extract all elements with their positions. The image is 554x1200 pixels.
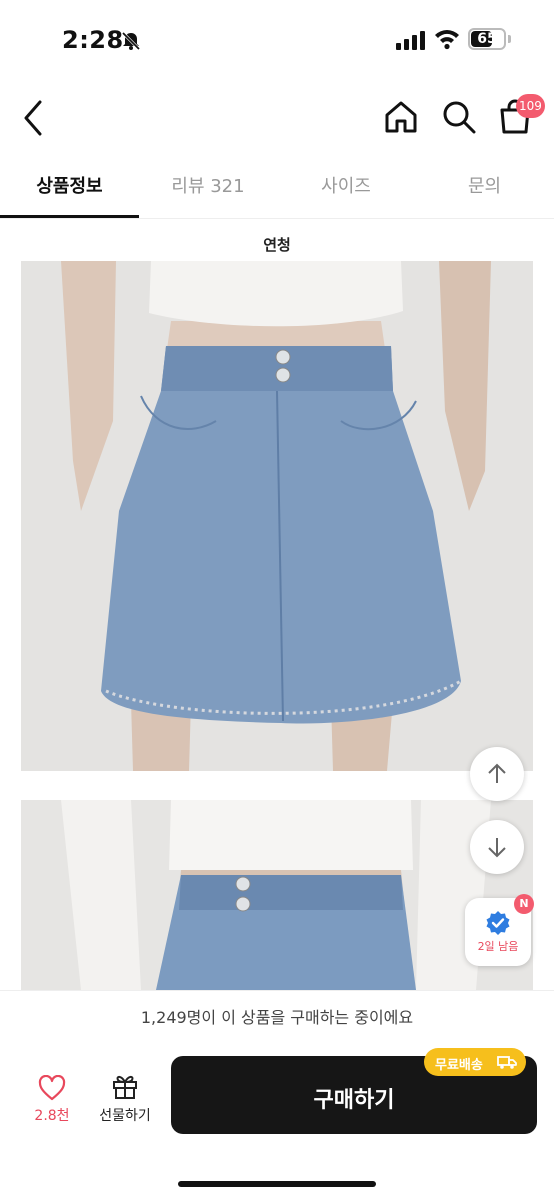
- buyers-notice-text: 1,249명이 이 상품을 구매하는 중이에요: [140, 1008, 414, 1027]
- product-photo: [21, 261, 533, 771]
- gift-button[interactable]: 선물하기: [90, 1069, 160, 1129]
- status-bar: 2:28 65: [0, 0, 554, 80]
- coupon-days-left: 2일 남음: [477, 940, 519, 953]
- like-button[interactable]: 2.8천: [22, 1069, 82, 1129]
- tab-inquiry[interactable]: 문의: [415, 172, 554, 198]
- battery-nub: [508, 35, 511, 43]
- home-icon[interactable]: [382, 98, 420, 140]
- bell-muted-icon: [120, 30, 142, 56]
- buy-label: 구매하기: [313, 1088, 395, 1113]
- home-indicator: [178, 1181, 376, 1187]
- tab-reviews[interactable]: 리뷰 321: [139, 172, 277, 198]
- buyers-notice-bar: 1,249명이 이 상품을 구매하는 중이에요: [0, 990, 554, 1040]
- heart-icon: [38, 1075, 66, 1101]
- free-shipping-badge: 무료배송: [424, 1048, 526, 1076]
- new-badge: N: [514, 894, 534, 914]
- arrow-down-icon: [488, 838, 506, 858]
- truck-icon: [497, 1056, 517, 1069]
- free-shipping-label: 무료배송: [435, 1058, 483, 1073]
- scroll-down-button[interactable]: [470, 820, 524, 874]
- like-count: 2.8천: [34, 1108, 70, 1124]
- battery-icon: 65: [468, 28, 506, 50]
- status-time: 2:28: [62, 26, 124, 54]
- gift-icon: [113, 1075, 137, 1099]
- gift-label: 선물하기: [99, 1108, 151, 1124]
- battery-percent: 65: [477, 31, 497, 47]
- product-tabs: 상품정보 리뷰 321 사이즈 문의: [0, 158, 554, 219]
- tab-product-info[interactable]: 상품정보: [0, 172, 139, 198]
- wifi-icon: [434, 28, 460, 54]
- tab-size[interactable]: 사이즈: [277, 172, 415, 198]
- product-photo-second: [21, 800, 533, 990]
- back-arrow-icon[interactable]: [20, 98, 48, 142]
- scroll-up-button[interactable]: [470, 747, 524, 801]
- verified-badge-icon: [486, 911, 510, 935]
- search-icon[interactable]: [440, 98, 478, 140]
- cart-count-badge: 109: [516, 94, 545, 118]
- cellular-signal-icon: [396, 30, 426, 54]
- top-nav-bar: [0, 80, 554, 156]
- arrow-up-icon: [488, 763, 506, 783]
- color-caption: 연청: [263, 236, 291, 254]
- active-tab-indicator: [0, 215, 139, 218]
